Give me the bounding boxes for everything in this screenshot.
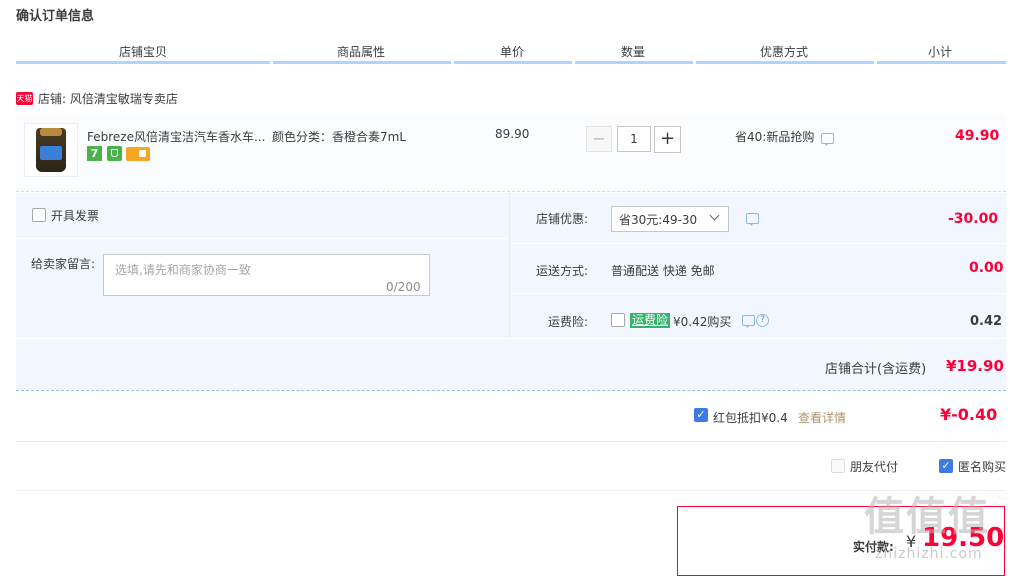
shop-total-label: 店铺合计(含运费) bbox=[825, 362, 927, 377]
invoice-checkbox[interactable] bbox=[32, 208, 46, 222]
shop-total-value: ¥19.90 bbox=[946, 357, 1004, 375]
shield-icon bbox=[111, 149, 118, 157]
guarantee-icon bbox=[107, 146, 122, 161]
product-attribute: 颜色分类：香橙合奏7mL bbox=[272, 130, 407, 144]
shop-row: 天猫 店铺: 风倍清宝敏瑞专卖店 bbox=[16, 90, 178, 106]
quantity-decrease-button[interactable]: − bbox=[586, 126, 612, 152]
red-packet-checkbox[interactable]: ✓ bbox=[694, 408, 708, 422]
tmall-logo-icon: 天猫 bbox=[16, 91, 33, 105]
credit-card-icon bbox=[126, 147, 150, 161]
header-shop-items: 店铺宝贝 bbox=[119, 45, 168, 59]
promotion-label: 省40:新品抢购 bbox=[735, 130, 815, 144]
insurance-checkbox[interactable] bbox=[611, 313, 625, 327]
insurance-chat-icon[interactable] bbox=[742, 315, 755, 328]
item-subtotal: 49.90 bbox=[955, 128, 1000, 144]
shop-discount-label: 店铺优惠: bbox=[536, 212, 589, 226]
shipping-label: 运送方式: bbox=[536, 264, 589, 278]
divider bbox=[16, 441, 1006, 442]
row-divider bbox=[512, 293, 1006, 294]
shipping-amount: 0.00 bbox=[969, 260, 1004, 276]
header-underline bbox=[575, 61, 693, 64]
seven-day-return-icon: 7 bbox=[87, 146, 102, 161]
header-underline bbox=[454, 61, 572, 64]
red-packet-details-link[interactable]: 查看详情 bbox=[798, 409, 846, 426]
product-cap-image bbox=[40, 128, 62, 136]
red-packet-value: ¥-0.40 bbox=[940, 405, 998, 424]
anonymous-label: 匿名购买 bbox=[958, 460, 1007, 474]
insurance-label: 运费险: bbox=[548, 315, 589, 329]
header-underline bbox=[273, 61, 451, 64]
row-divider bbox=[16, 338, 1006, 339]
shop-discount-selected: 省30元:49-30 bbox=[619, 213, 698, 227]
header-discount: 优惠方式 bbox=[760, 45, 809, 59]
promo-info-icon[interactable] bbox=[821, 133, 834, 146]
watermark-logo: 值值值 bbox=[864, 494, 990, 540]
message-counter: 0/200 bbox=[386, 280, 421, 294]
header-unit-price: 单价 bbox=[500, 45, 525, 59]
insurance-amount: 0.42 bbox=[970, 314, 1003, 329]
header-underline bbox=[16, 61, 270, 64]
row-divider bbox=[512, 243, 1006, 244]
discount-info-icon[interactable] bbox=[746, 213, 759, 226]
header-quantity: 数量 bbox=[621, 45, 646, 59]
insurance-price: ¥0.42购买 bbox=[673, 315, 732, 329]
message-placeholder: 选填,请先和商家协商一致 bbox=[115, 263, 251, 277]
message-label: 给卖家留言: bbox=[31, 257, 96, 271]
header-subtotal: 小计 bbox=[928, 45, 953, 59]
shop-name-link[interactable]: 店铺: 风倍清宝敏瑞专卖店 bbox=[38, 90, 178, 107]
product-title-link[interactable]: Febreze风倍清宝洁汽车香水车... bbox=[87, 128, 265, 145]
anonymous-checkbox[interactable]: ✓ bbox=[939, 459, 953, 473]
shipping-method: 普通配送 快递 免邮 bbox=[611, 264, 715, 278]
header-attributes: 商品属性 bbox=[337, 45, 386, 59]
insurance-badge[interactable]: 运费险 bbox=[630, 313, 671, 328]
unit-price: 89.90 bbox=[495, 127, 530, 141]
watermark-site: zhizhizhi.com bbox=[875, 546, 983, 562]
quantity-input[interactable]: 1 bbox=[617, 126, 651, 152]
friend-pay-checkbox[interactable] bbox=[831, 459, 845, 473]
help-icon[interactable]: ? bbox=[756, 314, 769, 327]
red-packet-label: 红包抵扣¥0.4 bbox=[713, 411, 788, 425]
header-underline bbox=[696, 61, 874, 64]
divider bbox=[16, 490, 1006, 491]
quantity-increase-button[interactable]: + bbox=[654, 126, 681, 153]
friend-pay-label: 朋友代付 bbox=[850, 460, 899, 474]
header-underline bbox=[877, 61, 1006, 64]
column-divider bbox=[509, 193, 510, 339]
shop-discount-value: -30.00 bbox=[948, 211, 999, 227]
product-label-image bbox=[40, 146, 62, 160]
page-title: 确认订单信息 bbox=[16, 9, 95, 24]
invoice-label: 开具发票 bbox=[51, 209, 100, 223]
row-divider bbox=[16, 238, 509, 239]
